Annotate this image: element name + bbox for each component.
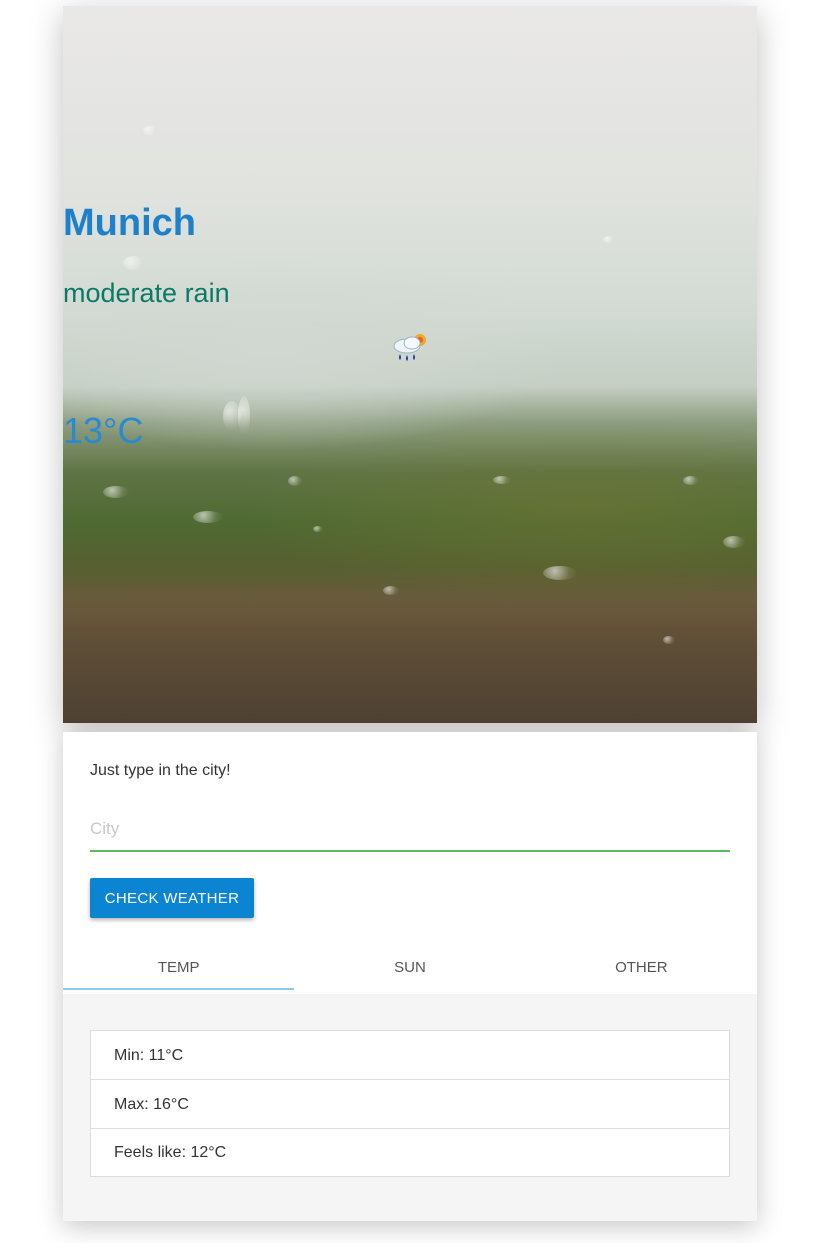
tab-panel-temp: Min: 11°C Max: 16°C Feels like: 12°C <box>63 994 757 1221</box>
weather-hero: Munich moderate rain 13°C <box>63 6 757 723</box>
tab-temp[interactable]: TEMP <box>63 948 295 994</box>
list-item-max-temp: Max: 16°C <box>91 1080 729 1129</box>
check-weather-button[interactable]: CHECK WEATHER <box>90 878 254 918</box>
list-item-min-temp: Min: 11°C <box>91 1031 729 1080</box>
weather-description: moderate rain <box>63 278 230 308</box>
weather-card: Munich moderate rain 13°C Just type in t… <box>63 6 757 1221</box>
tab-sun[interactable]: SUN <box>294 948 525 994</box>
current-temperature: 13°C <box>63 410 144 451</box>
search-hint: Just type in the city! <box>90 762 231 779</box>
search-panel: Just type in the city! CHECK WEATHER TEM… <box>63 732 757 1221</box>
rain-cloud-sun-icon <box>393 334 426 361</box>
rain-background-image <box>63 6 757 723</box>
city-name: Munich <box>63 202 196 244</box>
tab-other[interactable]: OTHER <box>526 948 757 994</box>
list-item-feels-like: Feels like: 12°C <box>114 1144 227 1161</box>
temperature-details-list: Min: 11°C Max: 16°C Feels like: 12°C <box>90 1030 730 1177</box>
city-input[interactable] <box>90 808 730 852</box>
detail-tabs: TEMP SUN OTHER <box>63 948 757 994</box>
